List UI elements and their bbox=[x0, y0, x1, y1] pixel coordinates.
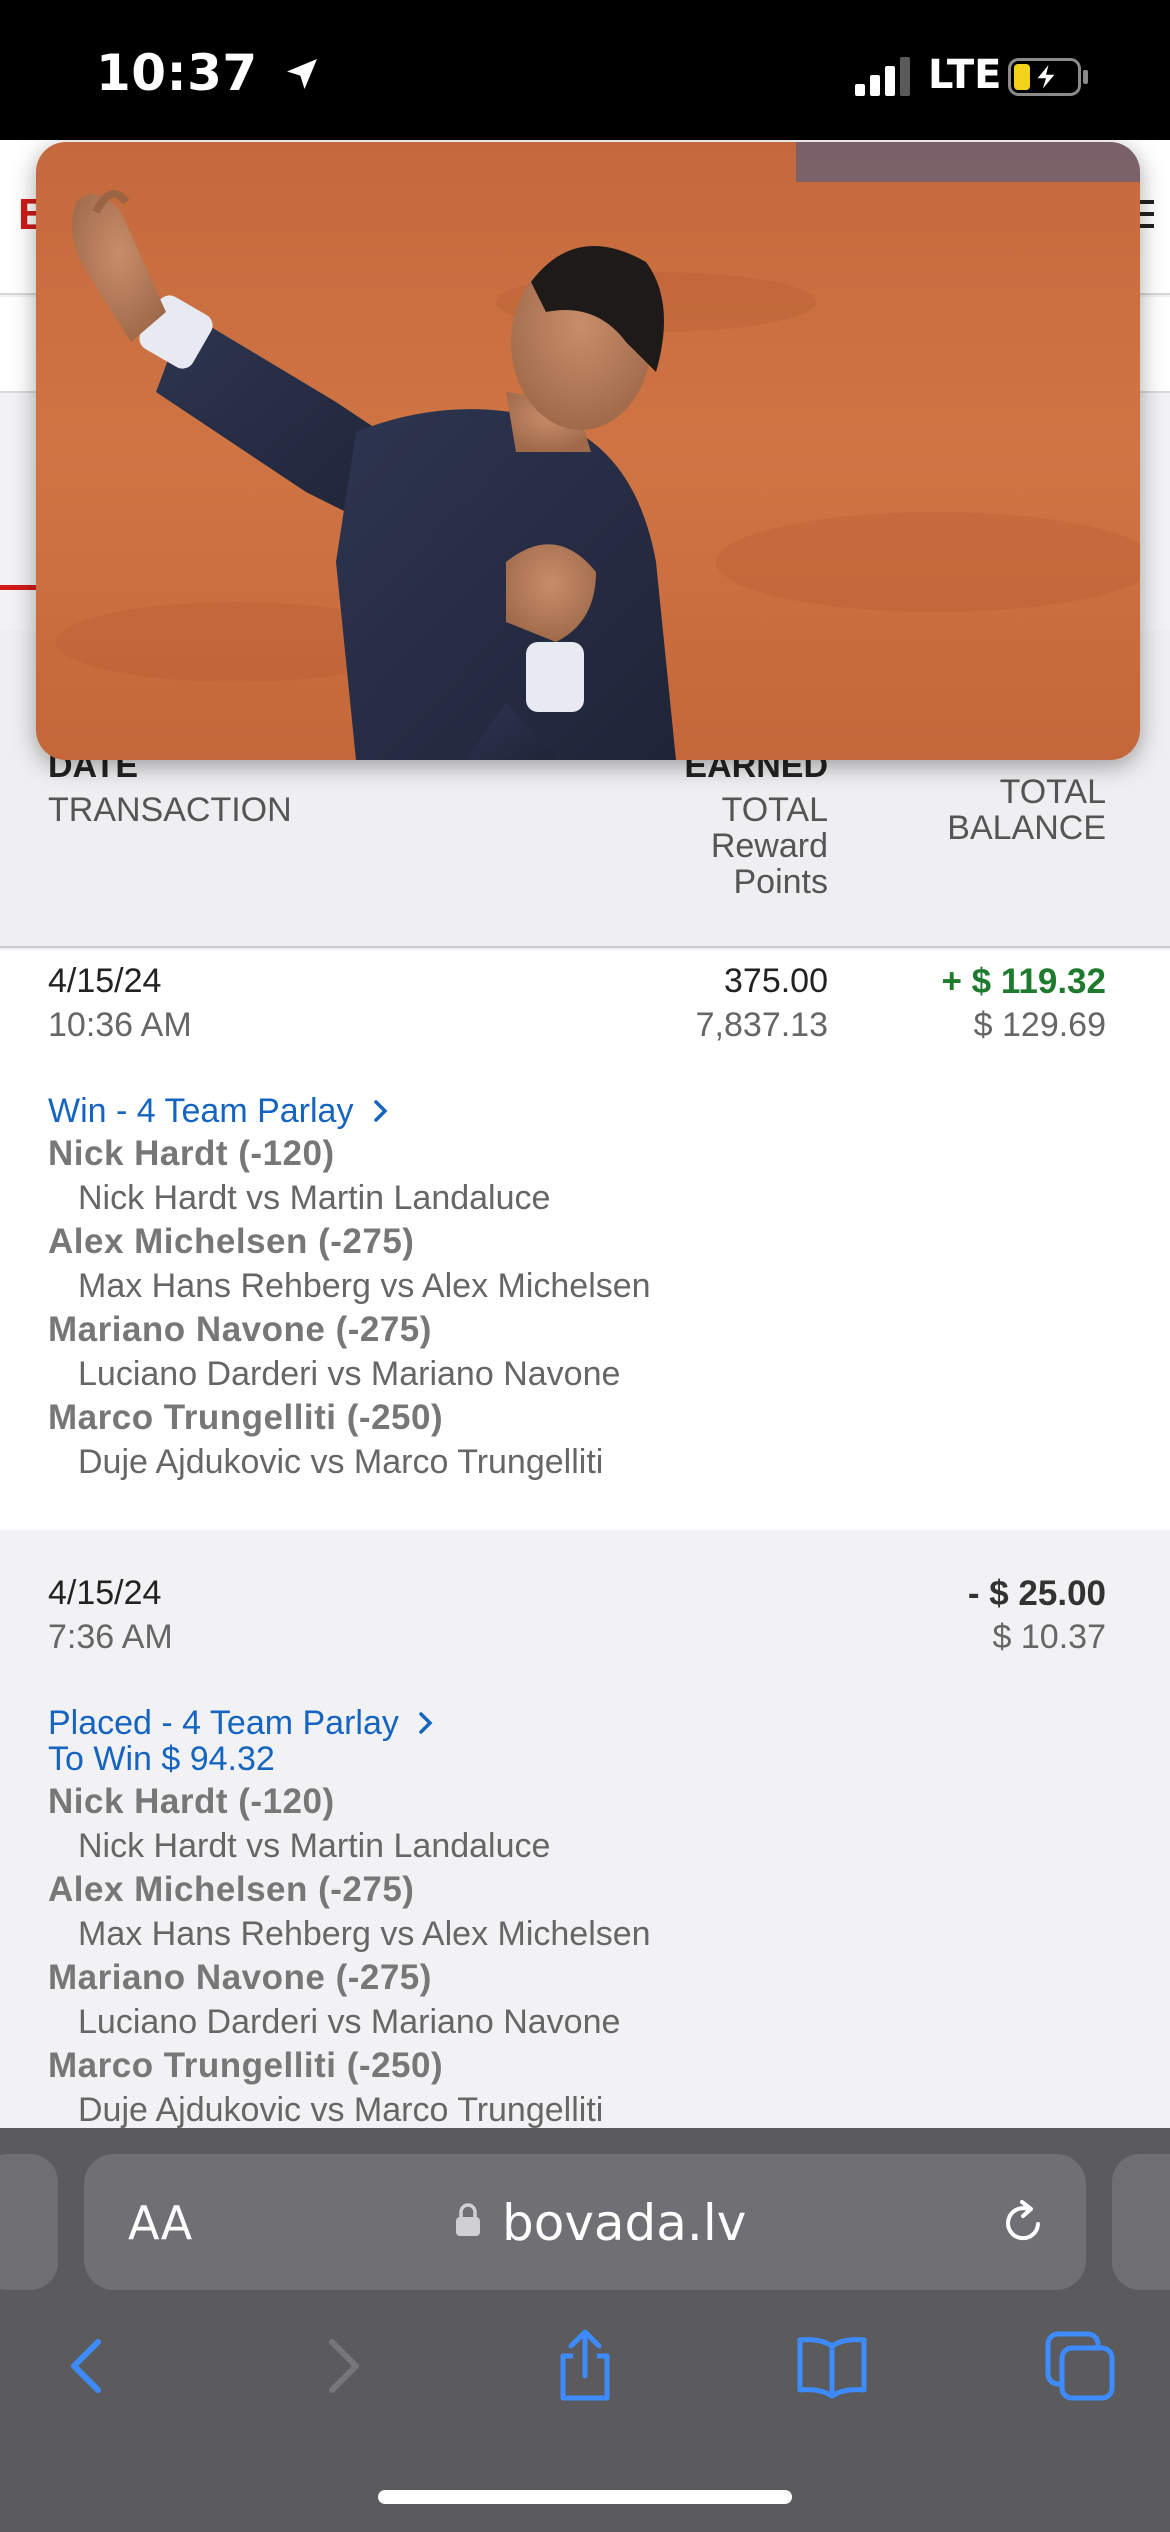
transaction-time: 10:36 AM bbox=[48, 1006, 192, 1044]
network-label: LTE bbox=[928, 52, 1002, 98]
battery-charging-icon bbox=[1008, 58, 1088, 96]
transaction-date: 4/15/24 bbox=[48, 962, 162, 1000]
transaction-row: 4/15/24 10:36 AM 375.00 7,837.13 + $ 119… bbox=[0, 950, 1170, 1530]
leg-match: Luciano Darderi vs Mariano Navone bbox=[78, 2003, 621, 2041]
column-total-reward-points: TOTAL Reward Points bbox=[710, 791, 828, 901]
chevron-right-icon bbox=[374, 1100, 388, 1122]
leg-match: Duje Ajdukovic vs Marco Trungelliti bbox=[78, 2091, 604, 2129]
parlay-link[interactable]: Placed - 4 Team Parlay bbox=[48, 1704, 434, 1743]
leg-pick: Mariano Navone (-275) bbox=[48, 1310, 432, 1349]
leg-pick: Nick Hardt (-120) bbox=[48, 1134, 335, 1173]
transaction-balance: $ 129.69 bbox=[973, 1006, 1106, 1044]
tabs-icon[interactable] bbox=[1040, 2326, 1120, 2406]
transaction-amount: + $ 119.32 bbox=[941, 962, 1106, 1001]
leg-match: Luciano Darderi vs Mariano Navone bbox=[78, 1355, 621, 1393]
share-icon[interactable] bbox=[545, 2326, 625, 2406]
column-total-balance: TOTAL BALANCE bbox=[947, 773, 1106, 847]
parlay-link-label: Win - 4 Team Parlay bbox=[48, 1092, 354, 1130]
transaction-balance: $ 10.37 bbox=[992, 1618, 1106, 1656]
signal-icon bbox=[855, 57, 910, 96]
leg-pick: Marco Trungelliti (-250) bbox=[48, 2046, 444, 2085]
address-bar[interactable]: AA bovada.lv bbox=[84, 2154, 1086, 2290]
bookmarks-icon[interactable] bbox=[792, 2326, 872, 2406]
next-tab-preview[interactable] bbox=[1112, 2154, 1170, 2290]
back-icon[interactable] bbox=[50, 2326, 130, 2406]
leg-match: Max Hans Rehberg vs Alex Michelsen bbox=[78, 1915, 651, 1953]
transaction-time: 7:36 AM bbox=[48, 1618, 173, 1656]
location-arrow-icon bbox=[286, 59, 317, 89]
status-time-text: 10:37 bbox=[96, 44, 258, 102]
leg-pick: Alex Michelsen (-275) bbox=[48, 1222, 415, 1261]
column-transaction: TRANSACTION bbox=[48, 791, 292, 829]
video-frame-tennis-player bbox=[36, 142, 1140, 760]
leg-match: Nick Hardt vs Martin Landaluce bbox=[78, 1179, 551, 1217]
transaction-earned: 375.00 bbox=[724, 962, 828, 1000]
browser-toolbar bbox=[0, 2306, 1170, 2426]
transaction-total-reward-points: 7,837.13 bbox=[695, 1006, 828, 1044]
parlay-legs: Nick Hardt (-120) Nick Hardt vs Martin L… bbox=[48, 1780, 651, 2132]
previous-tab-preview[interactable] bbox=[0, 2154, 58, 2290]
parlay-link[interactable]: Win - 4 Team Parlay bbox=[48, 1092, 389, 1131]
leg-pick: Marco Trungelliti (-250) bbox=[48, 1398, 444, 1437]
leg-pick: Mariano Navone (-275) bbox=[48, 1958, 432, 1997]
leg-match: Nick Hardt vs Martin Landaluce bbox=[78, 1827, 551, 1865]
home-indicator[interactable] bbox=[378, 2490, 792, 2504]
status-time: 10:37 bbox=[96, 44, 322, 102]
url-text[interactable]: bovada.lv bbox=[502, 2194, 746, 2252]
reload-icon[interactable] bbox=[998, 2198, 1048, 2248]
transaction-row: 4/15/24 7:36 AM - $ 25.00 $ 10.37 Placed… bbox=[0, 1530, 1170, 2130]
leg-pick: Nick Hardt (-120) bbox=[48, 1782, 335, 1821]
leg-match: Duje Ajdukovic vs Marco Trungelliti bbox=[78, 1443, 604, 1481]
picture-in-picture-video[interactable] bbox=[36, 142, 1140, 760]
transaction-date: 4/15/24 bbox=[48, 1574, 162, 1612]
text-size-button[interactable]: AA bbox=[128, 2196, 192, 2250]
parlay-link-label: Placed - 4 Team Parlay bbox=[48, 1704, 399, 1742]
browser-bottom-bar: AA bovada.lv bbox=[0, 2128, 1170, 2532]
text-size-label: AA bbox=[128, 2196, 193, 2250]
transaction-amount: - $ 25.00 bbox=[967, 1574, 1106, 1613]
leg-pick: Alex Michelsen (-275) bbox=[48, 1870, 415, 1909]
leg-match: Max Hans Rehberg vs Alex Michelsen bbox=[78, 1267, 651, 1305]
lock-icon bbox=[456, 2203, 480, 2236]
to-win-amount: To Win $ 94.32 bbox=[48, 1740, 275, 1778]
forward-icon[interactable] bbox=[300, 2326, 380, 2406]
screen: 10:37 LTE B DATE TRANSACTION EARNED TOTA… bbox=[0, 0, 1170, 2532]
chevron-right-icon bbox=[419, 1712, 433, 1734]
status-bar: 10:37 LTE bbox=[0, 0, 1170, 140]
parlay-legs: Nick Hardt (-120) Nick Hardt vs Martin L… bbox=[48, 1132, 651, 1484]
